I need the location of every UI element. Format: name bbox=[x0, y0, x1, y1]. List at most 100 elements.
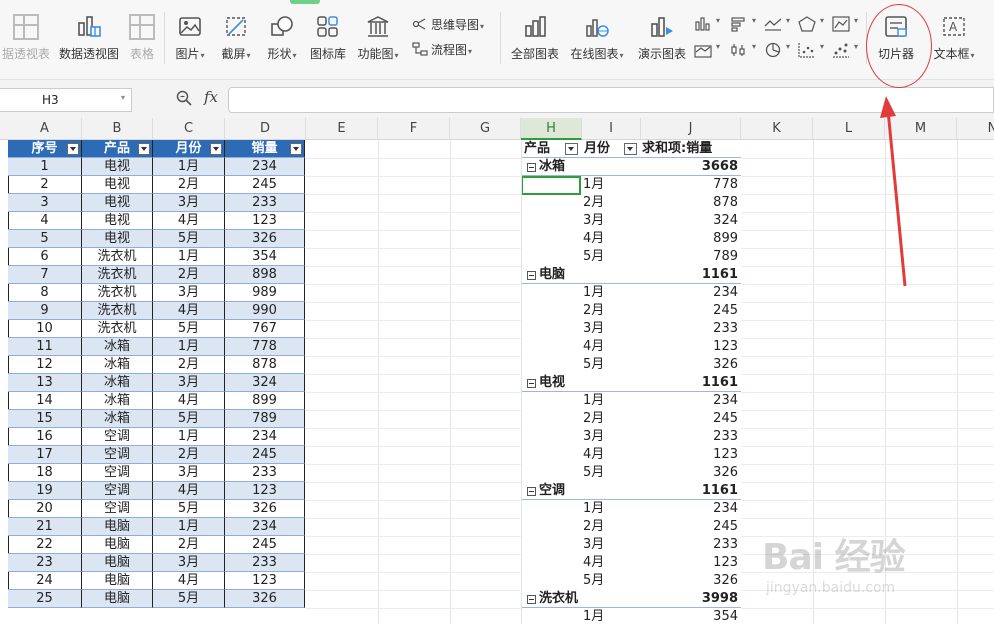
table-cell[interactable]: 234 bbox=[225, 158, 305, 176]
table-cell[interactable]: 5月 bbox=[153, 590, 225, 608]
table-cell[interactable]: 233 bbox=[225, 554, 305, 572]
pivot-item-row[interactable]: 1月 234 bbox=[521, 500, 741, 518]
table-cell[interactable]: 24 bbox=[8, 572, 82, 590]
pivot-item-row[interactable]: 5月 326 bbox=[521, 572, 741, 590]
table-cell[interactable]: 2月 bbox=[153, 356, 225, 374]
table-cell[interactable]: 233 bbox=[225, 194, 305, 212]
pie-chart-button[interactable]: ▾ bbox=[764, 40, 798, 60]
pivot-item-row[interactable]: 4月 123 bbox=[521, 554, 741, 572]
table-cell[interactable]: 18 bbox=[8, 464, 82, 482]
table-cell[interactable]: 123 bbox=[225, 212, 305, 230]
column-header-d[interactable]: D bbox=[225, 118, 306, 140]
table-cell[interactable]: 电视 bbox=[82, 230, 153, 248]
pivot-group-row[interactable]: 冰箱 3668 bbox=[521, 158, 741, 176]
table-cell[interactable]: 326 bbox=[225, 230, 305, 248]
collapse-icon[interactable] bbox=[527, 271, 536, 280]
collapse-icon[interactable] bbox=[527, 595, 536, 604]
table-cell[interactable]: 123 bbox=[225, 572, 305, 590]
table-cell[interactable]: 16 bbox=[8, 428, 82, 446]
radar-chart-button[interactable]: ▾ bbox=[798, 14, 832, 34]
column-header-a[interactable]: A bbox=[8, 118, 82, 140]
table-cell[interactable]: 15 bbox=[8, 410, 82, 428]
table-cell[interactable]: 4月 bbox=[153, 302, 225, 320]
table-cell[interactable]: 5月 bbox=[153, 230, 225, 248]
filter-dropdown-icon[interactable] bbox=[290, 143, 302, 155]
collapse-icon[interactable] bbox=[527, 379, 536, 388]
collapse-icon[interactable] bbox=[527, 163, 536, 172]
table-cell[interactable]: 5月 bbox=[153, 410, 225, 428]
scatter-chart-button[interactable]: ▾ bbox=[798, 40, 832, 60]
table-cell[interactable]: 电脑 bbox=[82, 518, 153, 536]
filter-dropdown-icon[interactable] bbox=[138, 143, 150, 155]
column-header-i[interactable]: I bbox=[582, 118, 641, 140]
icon-library-button[interactable]: 图标库 bbox=[306, 12, 350, 68]
table-cell[interactable]: 2 bbox=[8, 176, 82, 194]
table-cell[interactable]: 电视 bbox=[82, 212, 153, 230]
table-cell[interactable]: 245 bbox=[225, 176, 305, 194]
table-cell[interactable]: 20 bbox=[8, 500, 82, 518]
column-header-j[interactable]: J bbox=[641, 118, 741, 140]
table-cell[interactable]: 冰箱 bbox=[82, 374, 153, 392]
table-cell[interactable]: 767 bbox=[225, 320, 305, 338]
pivot-chart-button[interactable]: 数据透视图 bbox=[56, 12, 122, 68]
table-cell[interactable]: 8 bbox=[8, 284, 82, 302]
column-header-k[interactable]: K bbox=[741, 118, 813, 140]
table-cell[interactable]: 11 bbox=[8, 338, 82, 356]
column-header-n[interactable]: N bbox=[957, 118, 994, 140]
table-cell[interactable]: 4月 bbox=[153, 212, 225, 230]
table-cell[interactable]: 洗衣机 bbox=[82, 248, 153, 266]
table-cell[interactable]: 空调 bbox=[82, 482, 153, 500]
table-cell[interactable]: 3月 bbox=[153, 464, 225, 482]
column-chart-button[interactable]: ▾ bbox=[694, 14, 728, 34]
table-cell[interactable]: 空调 bbox=[82, 500, 153, 518]
fx-icon[interactable]: fx bbox=[204, 88, 218, 106]
all-charts-button[interactable]: 全部图表 bbox=[506, 12, 564, 68]
pivot-item-row[interactable]: 2月 878 bbox=[521, 194, 741, 212]
table-cell[interactable]: 354 bbox=[225, 248, 305, 266]
active-cell-h3[interactable] bbox=[521, 176, 581, 195]
table-cell[interactable]: 17 bbox=[8, 446, 82, 464]
online-charts-button[interactable]: 在线图表 bbox=[566, 12, 628, 68]
pivot-value-header[interactable]: 求和项:销量 bbox=[642, 140, 712, 158]
table-cell[interactable]: 3月 bbox=[153, 554, 225, 572]
table-cell[interactable]: 989 bbox=[225, 284, 305, 302]
table-cell[interactable]: 7 bbox=[8, 266, 82, 284]
table-cell[interactable]: 324 bbox=[225, 374, 305, 392]
pivot-group-row[interactable]: 电视 1161 bbox=[521, 374, 741, 392]
pivot-item-row[interactable]: 3月 233 bbox=[521, 536, 741, 554]
table-cell[interactable]: 245 bbox=[225, 536, 305, 554]
table-cell[interactable]: 898 bbox=[225, 266, 305, 284]
pivot-item-row[interactable]: 1月 234 bbox=[521, 392, 741, 410]
table-cell[interactable]: 3月 bbox=[153, 374, 225, 392]
table-cell[interactable]: 9 bbox=[8, 302, 82, 320]
table-cell[interactable]: 空调 bbox=[82, 428, 153, 446]
table-cell[interactable]: 12 bbox=[8, 356, 82, 374]
pivot-item-row[interactable]: 3月 324 bbox=[521, 212, 741, 230]
table-cell[interactable]: 冰箱 bbox=[82, 338, 153, 356]
table-cell[interactable]: 3月 bbox=[153, 284, 225, 302]
table-cell[interactable]: 3 bbox=[8, 194, 82, 212]
table-cell[interactable]: 990 bbox=[225, 302, 305, 320]
table-cell[interactable]: 冰箱 bbox=[82, 410, 153, 428]
picture-button[interactable]: 图片 bbox=[170, 12, 210, 68]
table-cell[interactable]: 233 bbox=[225, 464, 305, 482]
table-cell[interactable]: 1月 bbox=[153, 158, 225, 176]
name-box[interactable]: H3 ▾ bbox=[0, 88, 132, 112]
table-cell[interactable]: 2月 bbox=[153, 446, 225, 464]
table-cell[interactable]: 电视 bbox=[82, 158, 153, 176]
table-cell[interactable]: 326 bbox=[225, 500, 305, 518]
table-cell[interactable]: 5月 bbox=[153, 320, 225, 338]
pivot-item-row[interactable]: 1月 354 bbox=[521, 608, 741, 624]
collapse-icon[interactable] bbox=[527, 487, 536, 496]
table-cell[interactable]: 899 bbox=[225, 392, 305, 410]
column-header-g[interactable]: G bbox=[450, 118, 521, 140]
pivot-item-row[interactable]: 4月 123 bbox=[521, 446, 741, 464]
table-cell[interactable]: 洗衣机 bbox=[82, 302, 153, 320]
table-cell[interactable]: 5 bbox=[8, 230, 82, 248]
table-cell[interactable]: 123 bbox=[225, 482, 305, 500]
pivot-item-row[interactable]: 4月 123 bbox=[521, 338, 741, 356]
table-cell[interactable]: 冰箱 bbox=[82, 392, 153, 410]
table-cell[interactable]: 245 bbox=[225, 446, 305, 464]
table-cell[interactable]: 1月 bbox=[153, 518, 225, 536]
table-cell[interactable]: 洗衣机 bbox=[82, 266, 153, 284]
